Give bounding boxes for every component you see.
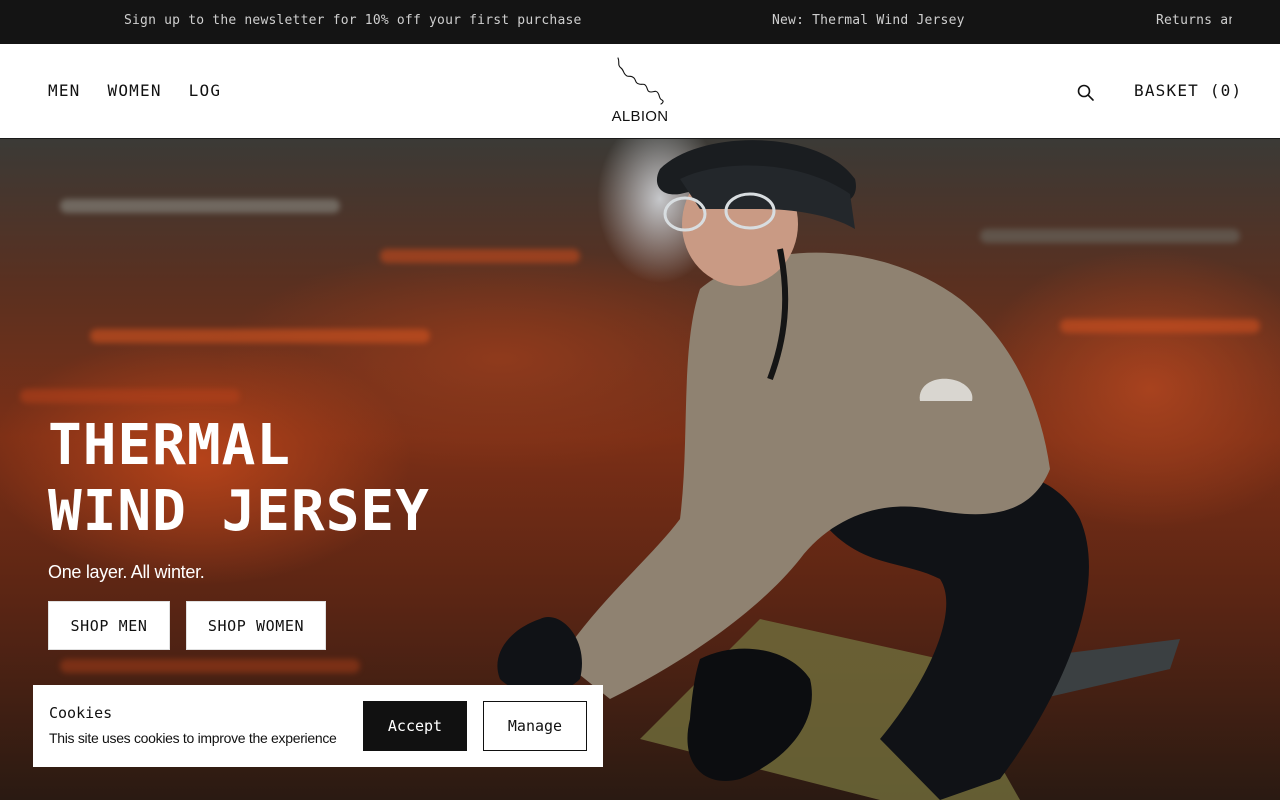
main-nav: MEN WOMEN LOG	[48, 81, 221, 100]
cookie-title: Cookies	[49, 704, 113, 722]
cookie-banner: Cookies This site uses cookies to improv…	[33, 685, 603, 767]
albion-logo[interactable]: ALBION	[600, 56, 680, 128]
shop-men-button[interactable]: SHOP MEN	[48, 601, 170, 650]
site-header: MEN WOMEN LOG ALBION BASKET (0)	[0, 44, 1280, 139]
announcement-message[interactable]: Returns and exchanges	[1156, 13, 1232, 28]
search-icon[interactable]	[1076, 83, 1096, 103]
manage-cookies-button[interactable]: Manage	[483, 701, 587, 751]
cookie-text: This site uses cookies to improve the ex…	[49, 730, 337, 746]
hero-subtitle: One layer. All winter.	[48, 562, 205, 582]
basket-link[interactable]: BASKET (0)	[1134, 81, 1242, 100]
route-line-logo-mark	[617, 57, 664, 105]
hero-title-line: WIND JERSEY	[48, 479, 430, 544]
nav-link-women[interactable]: WOMEN	[108, 81, 162, 100]
nav-link-men[interactable]: MEN	[48, 81, 81, 100]
hero-title: THERMAL WIND JERSEY	[48, 413, 430, 545]
shop-women-button[interactable]: SHOP WOMEN	[186, 601, 326, 650]
announcement-message[interactable]: Sign up to the newsletter for 10% off yo…	[124, 13, 582, 28]
accept-cookies-button[interactable]: Accept	[363, 701, 467, 751]
announcement-message[interactable]: New: Thermal Wind Jersey	[772, 13, 965, 28]
nav-link-log[interactable]: LOG	[189, 81, 222, 100]
hero-title-line: THERMAL	[48, 413, 292, 478]
announcement-bar: Sign up to the newsletter for 10% off yo…	[0, 0, 1280, 44]
logo-wordmark: ALBION	[611, 108, 669, 125]
